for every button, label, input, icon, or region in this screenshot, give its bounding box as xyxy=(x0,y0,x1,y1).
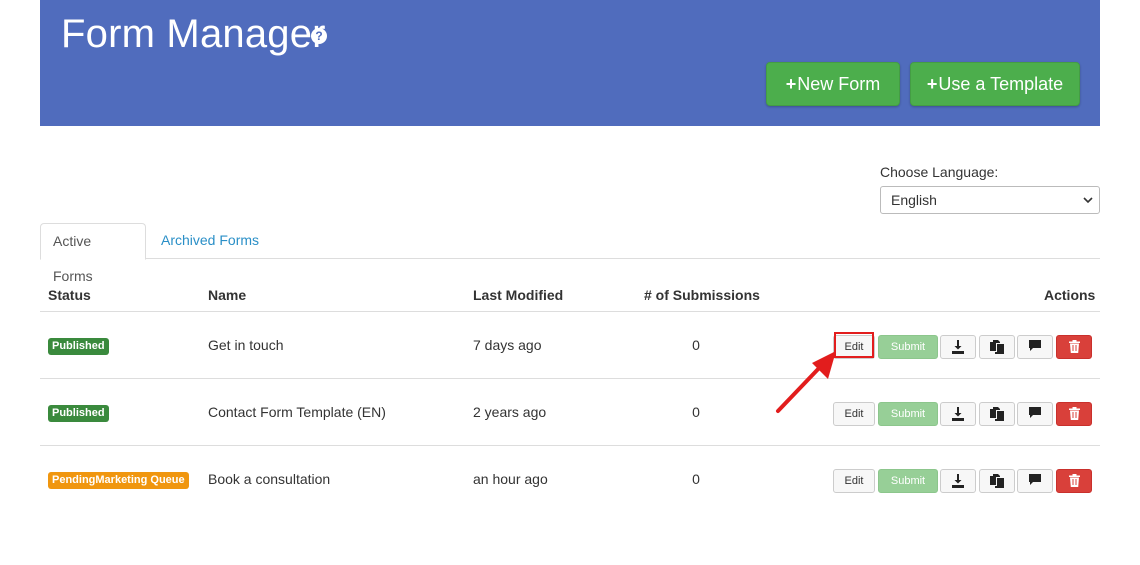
download-button[interactable] xyxy=(940,335,976,359)
download-icon xyxy=(952,340,964,354)
status-badge: PendingMarketing Queue xyxy=(48,472,189,489)
delete-button[interactable] xyxy=(1056,402,1092,426)
column-header-actions: Actions xyxy=(1044,287,1096,303)
plus-icon: + xyxy=(926,74,938,94)
copy-icon xyxy=(990,474,1004,488)
tab-active-forms[interactable]: Active Forms xyxy=(40,223,146,284)
status-badge: Published xyxy=(48,405,109,422)
form-name[interactable]: Book a consultation xyxy=(208,471,330,487)
column-header-name: Name xyxy=(208,287,247,303)
page-header: Form Manager ? +New Form +Use a Template xyxy=(40,0,1100,126)
column-header-status: Status xyxy=(48,287,91,303)
copy-button[interactable] xyxy=(979,402,1015,426)
use-template-label: Use a Template xyxy=(938,74,1064,94)
download-icon xyxy=(952,474,964,488)
form-name[interactable]: Contact Form Template (EN) xyxy=(208,404,386,420)
download-icon xyxy=(952,407,964,421)
delete-button[interactable] xyxy=(1056,335,1092,359)
annotation-arrow-icon xyxy=(776,351,836,413)
tab-archived-forms[interactable]: Archived Forms xyxy=(149,223,271,259)
delete-button[interactable] xyxy=(1056,469,1092,493)
trash-icon xyxy=(1068,340,1080,353)
help-icon[interactable]: ? xyxy=(311,28,327,44)
comment-icon xyxy=(1029,340,1041,351)
new-form-button[interactable]: +New Form xyxy=(766,62,900,106)
form-name[interactable]: Get in touch xyxy=(208,337,284,353)
download-button[interactable] xyxy=(940,402,976,426)
submit-button[interactable]: Submit xyxy=(878,335,938,359)
copy-icon xyxy=(990,407,1004,421)
copy-icon xyxy=(990,340,1004,354)
trash-icon xyxy=(1068,407,1080,420)
language-label: Choose Language: xyxy=(880,164,999,180)
download-button[interactable] xyxy=(940,469,976,493)
form-tabs: Active Forms Archived Forms xyxy=(40,223,1100,284)
status-badge: Published xyxy=(48,338,109,355)
use-template-button[interactable]: +Use a Template xyxy=(910,62,1080,106)
comment-icon xyxy=(1029,474,1041,485)
submission-count: 0 xyxy=(692,471,700,487)
edit-button[interactable]: Edit xyxy=(833,469,875,493)
comment-button[interactable] xyxy=(1017,335,1053,359)
comment-button[interactable] xyxy=(1017,469,1053,493)
submit-button[interactable]: Submit xyxy=(878,402,938,426)
copy-button[interactable] xyxy=(979,335,1015,359)
comment-button[interactable] xyxy=(1017,402,1053,426)
table-row: PendingMarketing Queue Book a consultati… xyxy=(40,446,1100,513)
page-title: Form Manager xyxy=(61,12,326,56)
plus-icon: + xyxy=(785,74,797,94)
submission-count: 0 xyxy=(692,404,700,420)
new-form-label: New Form xyxy=(797,74,881,94)
comment-icon xyxy=(1029,407,1041,418)
copy-button[interactable] xyxy=(979,469,1015,493)
submission-count: 0 xyxy=(692,337,700,353)
table-row: Published Contact Form Template (EN) 2 y… xyxy=(40,379,1100,446)
table-row: Published Get in touch 7 days ago 0 Edit… xyxy=(40,312,1100,379)
column-header-submissions: # of Submissions xyxy=(644,287,760,303)
last-modified: 2 years ago xyxy=(473,404,547,420)
chevron-down-icon xyxy=(1083,187,1093,224)
edit-highlight-box xyxy=(834,332,874,358)
trash-icon xyxy=(1068,474,1080,487)
submit-button[interactable]: Submit xyxy=(878,469,938,493)
last-modified: 7 days ago xyxy=(473,337,542,353)
language-select[interactable]: English xyxy=(880,186,1100,214)
language-selected-value: English xyxy=(891,192,937,208)
column-header-last-modified: Last Modified xyxy=(473,287,564,303)
last-modified: an hour ago xyxy=(473,471,548,487)
